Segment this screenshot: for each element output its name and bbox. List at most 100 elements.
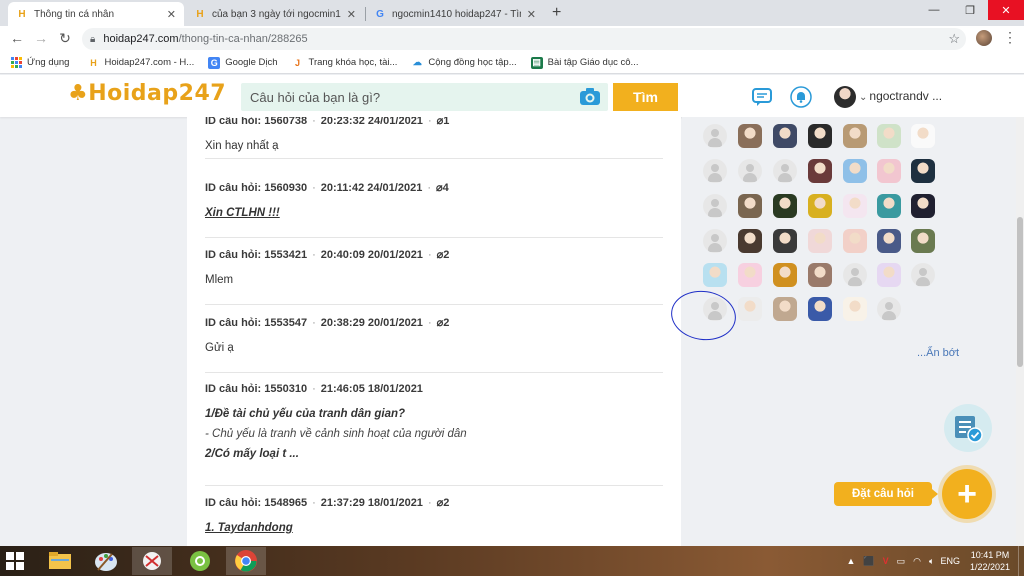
language-indicator[interactable]: ENG: [940, 556, 960, 566]
antivirus-icon[interactable]: V: [883, 556, 889, 566]
follower-avatar[interactable]: [808, 159, 832, 183]
bookmark-star-icon[interactable]: ☆: [948, 31, 960, 47]
address-bar[interactable]: 🔒︎ hoidap247.com/thong-tin-ca-nhan/28826…: [82, 28, 966, 50]
question-item[interactable]: ID câu hỏi: 1548965 · 21:37:29 18/01/2021 ·…: [205, 496, 663, 546]
paint-icon[interactable]: [86, 547, 126, 575]
ask-question-label[interactable]: Đặt câu hỏi: [834, 482, 938, 506]
follower-avatar[interactable]: [773, 297, 797, 321]
volume-icon[interactable]: 🔈︎: [929, 556, 934, 567]
follower-avatar[interactable]: [808, 263, 832, 287]
follower-avatar[interactable]: [773, 124, 797, 148]
chrome-icon[interactable]: [226, 547, 266, 575]
bell-icon[interactable]: [790, 86, 812, 108]
forward-arrow-icon[interactable]: →: [32, 30, 50, 46]
follower-avatar[interactable]: [843, 263, 867, 287]
follower-avatar[interactable]: [808, 194, 832, 218]
follower-avatar[interactable]: [877, 194, 901, 218]
follower-avatar[interactable]: [911, 124, 935, 148]
attachment-count: 1: [443, 117, 450, 127]
close-window-button[interactable]: ✕: [988, 0, 1024, 20]
follower-avatar[interactable]: [808, 124, 832, 148]
windows-start-icon[interactable]: [6, 552, 24, 570]
user-menu[interactable]: ⌄ ngoctrandv ...: [859, 89, 942, 103]
follower-avatar[interactable]: [808, 297, 832, 321]
follower-avatar[interactable]: [738, 159, 762, 183]
collapse-link[interactable]: ...Ẩn bớt: [917, 347, 959, 359]
follower-avatar[interactable]: [738, 124, 762, 148]
restore-button[interactable]: ❐: [952, 0, 988, 20]
follower-avatar[interactable]: [738, 263, 762, 287]
file-explorer-icon[interactable]: [40, 547, 80, 575]
question-item[interactable]: ID câu hỏi: 1553547 · 20:38:29 20/01/2021 ·…: [205, 316, 663, 373]
follower-avatar[interactable]: [773, 159, 797, 183]
site-logo[interactable]: ♣Hoidap247: [68, 81, 226, 106]
follower-avatar[interactable]: [703, 124, 727, 148]
follower-avatar[interactable]: [911, 159, 935, 183]
bookmark-courses[interactable]: J Trang khóa học, tài...: [292, 57, 397, 69]
search-button[interactable]: Tìm: [613, 83, 678, 111]
new-tab-button[interactable]: +: [552, 4, 561, 22]
close-tab-icon[interactable]: ✕: [527, 8, 536, 21]
add-question-button[interactable]: +: [942, 469, 992, 519]
question-list-fab[interactable]: [944, 404, 992, 452]
bookmark-hoidap[interactable]: H Hoidap247.com - H...: [87, 57, 194, 69]
tray-app-icon[interactable]: ⬛: [863, 556, 874, 567]
question-item[interactable]: ID câu hỏi: 1550310 · 21:46:05 18/01/2021 …: [205, 383, 663, 486]
browser-profile-avatar[interactable]: [976, 30, 992, 46]
follower-avatar[interactable]: [877, 297, 901, 321]
follower-avatar[interactable]: [843, 229, 867, 253]
tab-profile[interactable]: H Thông tin cá nhân ✕: [8, 2, 184, 26]
follower-avatar[interactable]: [773, 194, 797, 218]
tab-answers[interactable]: H của bạn 3 ngày tới ngocmin1410 ✕: [186, 2, 364, 26]
follower-avatar[interactable]: [773, 229, 797, 253]
follower-avatar[interactable]: [843, 159, 867, 183]
close-tab-icon[interactable]: ✕: [167, 8, 176, 21]
follower-avatar[interactable]: [738, 194, 762, 218]
bookmark-apps[interactable]: Ứng dụng: [10, 57, 69, 69]
follower-avatar[interactable]: [911, 194, 935, 218]
scrollbar-thumb[interactable]: [1017, 217, 1023, 367]
follower-avatar[interactable]: [877, 229, 901, 253]
search-box[interactable]: Câu hỏi của bạn là gì?: [241, 83, 608, 111]
user-avatar[interactable]: [834, 86, 856, 108]
follower-avatar[interactable]: [738, 229, 762, 253]
follower-avatar[interactable]: [843, 297, 867, 321]
follower-avatar[interactable]: [843, 194, 867, 218]
tab-google-search[interactable]: G ngocmin1410 hoidap247 - Tìm t ✕: [366, 2, 544, 26]
follower-avatar[interactable]: [877, 263, 901, 287]
browser-menu-icon[interactable]: ⋮: [1003, 29, 1017, 46]
follower-avatar[interactable]: [877, 124, 901, 148]
coccoc-icon[interactable]: [180, 547, 220, 575]
network-icon[interactable]: ▭: [897, 556, 906, 567]
follower-avatar[interactable]: [911, 229, 935, 253]
follower-avatar[interactable]: [843, 124, 867, 148]
chat-icon[interactable]: [751, 86, 773, 108]
follower-avatar[interactable]: [738, 297, 762, 321]
follower-avatar[interactable]: [703, 229, 727, 253]
question-item[interactable]: ID câu hỏi: 1560738 · 20:23:32 24/01/2021 ·…: [205, 117, 663, 159]
follower-avatar[interactable]: [911, 263, 935, 287]
follower-avatar[interactable]: [877, 159, 901, 183]
camera-icon[interactable]: [578, 86, 602, 108]
show-desktop-button[interactable]: [1018, 546, 1024, 576]
wifi-icon[interactable]: ◠: [913, 556, 921, 567]
clock[interactable]: 10:41 PM 1/22/2021: [970, 549, 1010, 573]
question-item[interactable]: ID câu hỏi: 1553421 · 20:40:09 20/01/2021 ·…: [205, 248, 663, 305]
tray-arrow-icon[interactable]: ▲: [847, 556, 856, 566]
follower-avatar[interactable]: [808, 229, 832, 253]
minimize-button[interactable]: —: [916, 0, 952, 20]
back-arrow-icon[interactable]: ←: [8, 30, 26, 46]
follower-avatar[interactable]: [773, 263, 797, 287]
logo-text: Hoidap247: [88, 81, 227, 106]
bookmark-community[interactable]: ☁ Cộng đồng học tập...: [411, 57, 517, 69]
page-scrollbar[interactable]: [1016, 117, 1024, 546]
snipping-tool-icon[interactable]: [132, 547, 172, 575]
bookmark-google-translate[interactable]: G Google Dịch: [208, 56, 278, 69]
follower-avatar[interactable]: [703, 159, 727, 183]
bookmark-exercises[interactable]: ▤ Bài tập Giáo dục cô...: [530, 56, 638, 69]
close-tab-icon[interactable]: ✕: [347, 8, 356, 21]
question-item[interactable]: ID câu hỏi: 1560930 · 20:11:42 24/01/2021 ·…: [205, 181, 663, 238]
follower-avatar[interactable]: [703, 263, 727, 287]
reload-icon[interactable]: ↻: [56, 30, 74, 47]
follower-avatar[interactable]: [703, 194, 727, 218]
